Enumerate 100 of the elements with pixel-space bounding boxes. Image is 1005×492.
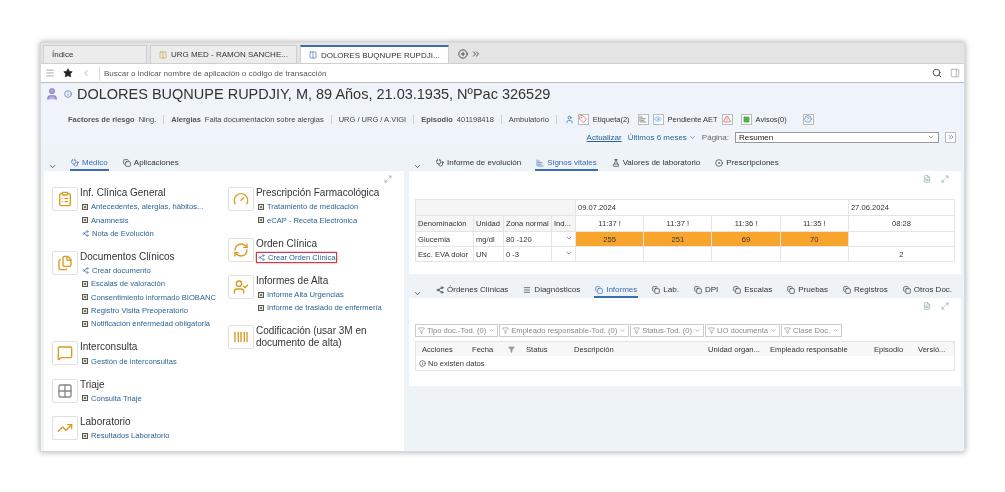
chevron-down-icon: [694, 327, 701, 334]
panel-tab[interactable]: Escalas: [732, 283, 774, 298]
tile-title: Laboratorio: [80, 415, 132, 428]
tile-title: Documentos Clínicos: [80, 250, 176, 263]
stethoscope-icon: [436, 158, 444, 167]
tile-title: Codificación (usar 3M en documento de alta): [255, 325, 368, 350]
panel-tab[interactable]: Prescripciones: [714, 156, 780, 171]
share-icon: [257, 253, 265, 261]
warning-icon[interactable]: [721, 113, 733, 125]
panel-tab[interactable]: Órdenes Clínicas: [435, 283, 510, 298]
chevron-down-icon: [688, 133, 696, 141]
user-check-icon: [227, 274, 254, 299]
circle-icon: [715, 158, 724, 167]
browser-tab[interactable]: DOLORES BUQNUPE RUPDJI...: [299, 45, 449, 63]
filter-icon: [418, 327, 425, 334]
circular-arrows-icon: [227, 237, 254, 262]
gauge-icon: [227, 187, 254, 211]
apps-icon: [122, 158, 131, 167]
window-icon: [308, 51, 317, 59]
filter-icon: [633, 327, 641, 334]
collapse-chevron-icon[interactable]: [48, 162, 57, 171]
panel-tab[interactable]: DPI: [692, 283, 720, 298]
page-label: Página:: [701, 132, 729, 142]
panel-tab[interactable]: Diagnósticos: [522, 283, 582, 298]
panel-tab[interactable]: Aplicaciones: [121, 156, 180, 171]
chevron-down-icon: [832, 327, 840, 334]
export-icon[interactable]: [923, 302, 931, 310]
document-icon: [82, 432, 88, 439]
patient-avatar-icon: [45, 87, 59, 101]
back-icon[interactable]: [81, 68, 91, 78]
share-icon: [82, 229, 89, 237]
search-icon[interactable]: [932, 68, 942, 78]
browser-tab[interactable]: Índice: [43, 45, 147, 63]
document-icon: [902, 285, 911, 294]
tile-title: Informes de Alta: [255, 274, 330, 287]
collapse-chevron-icon[interactable]: [413, 162, 422, 171]
eye-icon[interactable]: [652, 113, 664, 125]
filter-icon: [784, 327, 792, 334]
clipboard-list-icon: [52, 187, 78, 211]
expand-icon[interactable]: [384, 175, 392, 183]
chevron-down-icon: [488, 327, 496, 334]
expand-icon[interactable]: [941, 302, 949, 310]
document-icon: [82, 395, 88, 402]
square-icon[interactable]: [740, 113, 752, 125]
tile-title: Inf. Clínica General: [80, 187, 167, 199]
trend-chart-icon: [52, 415, 78, 440]
document-icon: [595, 285, 604, 294]
page-select[interactable]: Resumen: [735, 131, 939, 143]
info-icon[interactable]: [64, 90, 72, 98]
chat-bubble-icon: [52, 341, 78, 366]
document-icon: [652, 285, 661, 294]
document-icon: [843, 285, 852, 294]
filter-icon[interactable]: [508, 345, 515, 353]
collapse-chevron-icon[interactable]: [413, 289, 422, 298]
stethoscope-icon: [71, 158, 79, 167]
bar-chart-icon: [536, 158, 545, 167]
tile-title: Triaje: [80, 378, 106, 391]
info-icon: [419, 359, 426, 367]
share-icon: [82, 267, 89, 275]
star-icon[interactable]: [63, 68, 73, 78]
window-icon: [159, 50, 167, 59]
tile-title: Orden Clínica: [255, 237, 319, 250]
panel-tab[interactable]: Otros Doc.: [901, 283, 954, 298]
chart-icon[interactable]: [637, 113, 649, 125]
tile-title: Prescripción Farmacológica: [255, 187, 380, 199]
refresh-link[interactable]: Actualizar: [586, 132, 622, 142]
panel-tab[interactable]: Registros: [842, 283, 889, 298]
browser-tab[interactable]: URG MED - RAMON SANCHE...: [150, 45, 297, 63]
filter-icon: [502, 327, 510, 334]
panel-tab[interactable]: Valores de laboratorio: [610, 156, 702, 171]
document-icon: [733, 285, 742, 294]
export-icon[interactable]: [923, 175, 931, 183]
new-tab-icon[interactable]: [457, 49, 468, 59]
document-icon: [82, 281, 88, 287]
patient-title: DOLORES BUQNUPE RUPDJIY, M, 89 Años, 21.03.1935, NºPac 326529: [77, 86, 551, 102]
side-panel-icon[interactable]: [950, 68, 960, 78]
share-icon: [436, 285, 444, 294]
chevron-down-icon: [927, 133, 935, 141]
collapse-icon[interactable]: [945, 131, 956, 143]
document-icon: [82, 358, 88, 365]
grid-squares-icon: [52, 378, 78, 403]
menu-icon[interactable]: [45, 68, 55, 78]
chevron-down-icon: [619, 327, 627, 334]
more-tabs-icon[interactable]: [470, 49, 481, 59]
documents-icon: [52, 250, 78, 275]
tag-icon[interactable]: [577, 113, 589, 125]
document-icon: [693, 285, 702, 294]
panel-tab[interactable]: Lab.: [651, 283, 680, 298]
panel-tab[interactable]: Pruebas: [786, 283, 830, 298]
document-icon: [787, 285, 796, 294]
flask-icon: [611, 158, 620, 167]
period-dropdown[interactable]: Últimos 6 meses: [627, 132, 696, 142]
tile-title: Interconsulta: [80, 341, 139, 354]
panel-tab[interactable]: Informe de evolución: [435, 156, 523, 171]
person-icon: [564, 114, 574, 124]
help-icon[interactable]: [802, 113, 814, 125]
barcode-icon: [227, 325, 254, 350]
list-icon: [523, 285, 532, 294]
chevron-down-icon: [770, 327, 778, 334]
expand-icon[interactable]: [941, 175, 949, 183]
